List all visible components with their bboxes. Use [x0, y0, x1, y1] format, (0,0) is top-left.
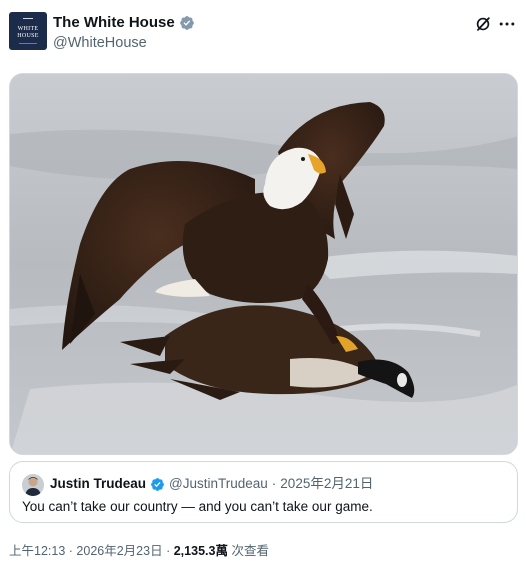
- bald-eagle-on-goose-photo: [10, 74, 517, 454]
- views-count: 2,135.3萬: [173, 544, 228, 558]
- separator-dot: ·: [166, 544, 171, 558]
- author-display-name-row[interactable]: The White House: [53, 14, 195, 32]
- post-photo[interactable]: [9, 73, 518, 455]
- quoted-author-handle[interactable]: @JustinTrudeau: [169, 475, 268, 493]
- post-time[interactable]: 上午12:13: [9, 544, 65, 558]
- quoted-post[interactable]: Justin Trudeau @JustinTrudeau · 2025年2月2…: [9, 461, 518, 523]
- quoted-author-display-name[interactable]: Justin Trudeau: [50, 475, 146, 493]
- avatar-text-line1: WHITE: [17, 26, 39, 32]
- post-meta: 上午12:13 · 2026年2月23日 · 2,135.3萬 次查看: [9, 542, 269, 560]
- seal-mark: [23, 18, 33, 24]
- views-label: 次查看: [231, 544, 269, 558]
- post-header: WHITE HOUSE The White House @WhiteHouse: [9, 12, 517, 52]
- verified-badge-icon[interactable]: [179, 15, 195, 31]
- quoted-post-date[interactable]: 2025年2月21日: [280, 475, 373, 493]
- person-avatar-icon: [22, 474, 44, 496]
- more-icon[interactable]: [497, 14, 517, 34]
- grok-icon[interactable]: [473, 14, 493, 34]
- quoted-post-text: You can’t take our country — and you can…: [22, 499, 373, 514]
- separator-dot: ·: [271, 476, 277, 491]
- author-avatar[interactable]: WHITE HOUSE: [9, 12, 47, 50]
- author-handle[interactable]: @WhiteHouse: [53, 33, 195, 53]
- quoted-post-header: Justin Trudeau @JustinTrudeau · 2025年2月2…: [50, 475, 373, 493]
- avatar-text-line2: HOUSE: [17, 33, 39, 39]
- separator-dot: ·: [68, 544, 73, 558]
- verified-badge-icon[interactable]: [150, 477, 165, 492]
- author-display-name[interactable]: The White House: [53, 14, 175, 32]
- quoted-author-avatar[interactable]: [22, 474, 44, 496]
- post-date[interactable]: 2026年2月23日: [76, 544, 162, 558]
- avatar-rule: [19, 43, 37, 44]
- author-names: The White House @WhiteHouse: [53, 14, 195, 53]
